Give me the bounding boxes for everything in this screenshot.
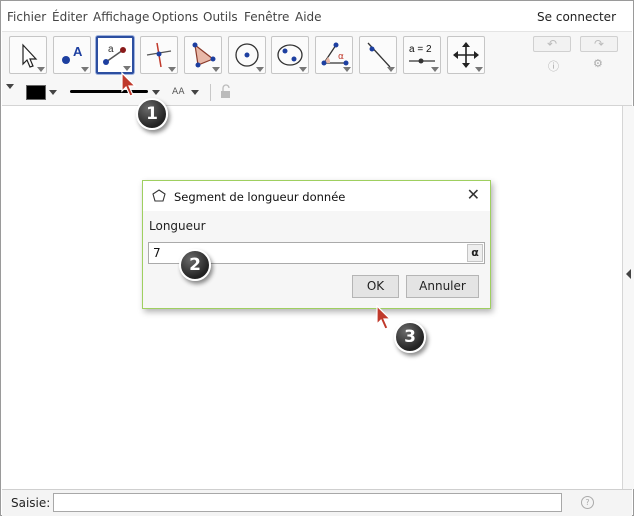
- menu-bar: Fichier Éditer Affichage Options Outils …: [2, 5, 632, 29]
- help-icon[interactable]: ⓘ: [548, 58, 559, 74]
- lock-icon[interactable]: [220, 84, 232, 99]
- dialog-title: Segment de longueur donnée: [174, 190, 346, 204]
- length-label: Longueur: [149, 219, 206, 233]
- tool-polygon[interactable]: [184, 36, 222, 74]
- line-style-dropdown-icon[interactable]: [152, 90, 160, 95]
- menu-fenetre[interactable]: Fenêtre: [244, 10, 289, 24]
- gear-icon[interactable]: ⚙: [593, 57, 603, 70]
- step-callout-3: 3: [394, 321, 426, 353]
- step-callout-2: 2: [179, 249, 211, 281]
- cancel-button[interactable]: Annuler: [406, 275, 479, 298]
- mouse-cursor-icon: [121, 71, 137, 97]
- length-input-value: 7: [153, 246, 161, 260]
- stylebar-divider: [210, 84, 211, 101]
- color-dropdown-icon[interactable]: [49, 90, 57, 95]
- menu-fichier[interactable]: Fichier: [7, 10, 46, 24]
- tool-menu-arrow: [431, 67, 439, 72]
- text-size-dropdown-icon[interactable]: [191, 90, 199, 95]
- angle-icon-label: α: [338, 52, 344, 62]
- menu-outils[interactable]: Outils: [203, 10, 238, 24]
- undo-icon: ↶: [546, 37, 558, 51]
- segment-length-dialog: Segment de longueur donnée ✕ Longueur 7 …: [142, 180, 491, 309]
- tool-menu-arrow: [299, 67, 307, 72]
- tool-menu-arrow: [256, 67, 264, 72]
- mouse-cursor-icon: [376, 304, 392, 330]
- segment-icon-label: a: [108, 44, 114, 55]
- menu-options[interactable]: Options: [152, 10, 198, 24]
- tool-slider[interactable]: a = 2: [403, 36, 441, 74]
- tool-perpendicular[interactable]: [140, 36, 178, 74]
- geogebra-window: Fichier Éditer Affichage Options Outils …: [0, 0, 634, 516]
- menu-editer[interactable]: Éditer: [52, 10, 88, 24]
- alpha-symbol-button[interactable]: α: [467, 244, 483, 262]
- color-swatch[interactable]: [26, 85, 46, 100]
- input-help-icon[interactable]: ?: [581, 496, 594, 509]
- point-icon-label: A: [73, 44, 83, 59]
- tool-menu-arrow: [475, 67, 483, 72]
- undo-button[interactable]: ↶: [533, 36, 571, 52]
- tool-reflect[interactable]: [359, 36, 397, 74]
- tool-menu-arrow: [343, 67, 351, 72]
- command-input[interactable]: [53, 493, 562, 512]
- tool-move-graphics[interactable]: [447, 36, 485, 74]
- tool-point[interactable]: A: [53, 36, 91, 74]
- style-bar: AA: [2, 81, 632, 106]
- tool-menu-arrow: [81, 67, 89, 72]
- step-callout-1: 1: [136, 98, 168, 130]
- tool-conic[interactable]: [271, 36, 309, 74]
- tool-circle[interactable]: [228, 36, 266, 74]
- input-label: Saisie:: [11, 496, 51, 510]
- tool-angle[interactable]: α: [315, 36, 353, 74]
- redo-button[interactable]: ↷: [580, 36, 618, 52]
- ok-button[interactable]: OK: [352, 275, 399, 298]
- text-size-label[interactable]: AA: [172, 87, 185, 97]
- stylebar-toggle-icon[interactable]: [6, 84, 14, 89]
- sidebar-toggle-strip[interactable]: [622, 106, 634, 489]
- toolbar: A a α a = 2 ↶ ↷ ⓘ ⚙: [2, 31, 632, 82]
- tool-move[interactable]: [9, 36, 47, 74]
- menu-aide[interactable]: Aide: [295, 10, 322, 24]
- tool-menu-arrow: [212, 67, 220, 72]
- tool-menu-arrow: [168, 67, 176, 72]
- dialog-title-bar: Segment de longueur donnée ✕: [143, 181, 490, 211]
- slider-icon-label: a = 2: [409, 44, 432, 55]
- tool-menu-arrow: [37, 67, 45, 72]
- login-link[interactable]: Se connecter: [537, 10, 616, 24]
- input-bar: Saisie: ?: [2, 489, 632, 516]
- tool-menu-arrow: [387, 67, 395, 72]
- dialog-polygon-icon: [152, 189, 166, 202]
- expand-panel-icon[interactable]: [626, 269, 631, 279]
- redo-icon: ↷: [593, 37, 605, 51]
- close-icon[interactable]: ✕: [467, 186, 480, 204]
- menu-affichage[interactable]: Affichage: [93, 10, 149, 24]
- tool-segment-fixed-length[interactable]: a: [96, 36, 134, 74]
